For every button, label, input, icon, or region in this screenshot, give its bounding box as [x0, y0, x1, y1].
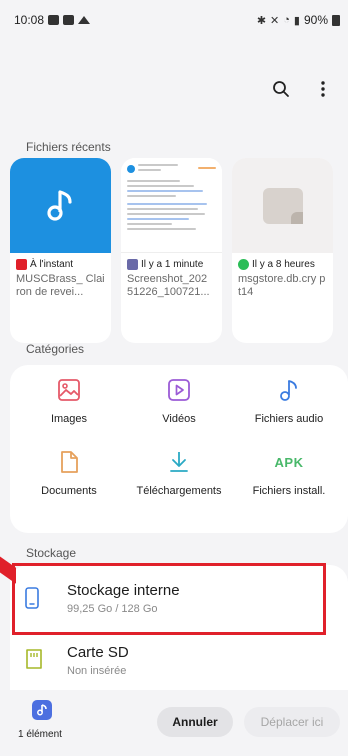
category-downloads[interactable]: Téléchargements: [124, 449, 234, 521]
status-bar: 10:08 ✱ ✕ ◔ ▮ 90%: [0, 0, 348, 40]
whatsapp-app-icon: [238, 259, 249, 270]
signal-icon: ▮: [293, 14, 300, 27]
cancel-button[interactable]: Annuler: [157, 707, 233, 737]
file-icon: [232, 158, 333, 253]
mail-app-icon: [16, 259, 27, 270]
gallery-notification-icon: [48, 15, 60, 25]
recent-file-card[interactable]: Il y a 1 minute Screenshot_202 51226_100…: [121, 158, 222, 343]
document-icon: [58, 449, 80, 475]
more-vertical-icon[interactable]: [312, 78, 334, 100]
video-icon: [167, 377, 191, 403]
recent-file-name: MUSCBrass_ Clairon de revei...: [16, 273, 105, 298]
storage-title: Stockage: [26, 546, 77, 560]
gallery-app-icon: [127, 259, 138, 270]
recent-files-title: Fichiers récents: [26, 140, 111, 154]
recent-file-time: Il y a 8 heures: [252, 259, 315, 270]
recent-file-time-row: Il y a 1 minute: [127, 259, 216, 270]
category-label: Documents: [41, 485, 97, 497]
category-videos[interactable]: Vidéos: [124, 377, 234, 449]
categories-card: Images Vidéos Fichiers audio Documents T…: [10, 365, 348, 533]
top-actions: [270, 78, 334, 100]
category-documents[interactable]: Documents: [14, 449, 124, 521]
recent-file-time-row: À l'instant: [16, 259, 105, 270]
screenshot-thumb-app-icon: [127, 165, 135, 173]
status-left: 10:08: [14, 13, 91, 27]
status-right: ✱ ✕ ◔ ▮ 90%: [257, 13, 340, 27]
red-arrow-marker: [0, 552, 16, 584]
category-label: Images: [50, 413, 88, 425]
recent-file-time: Il y a 1 minute: [141, 259, 204, 270]
category-label: Vidéos: [162, 413, 196, 425]
bluetooth-icon: ✱: [256, 14, 267, 27]
move-here-button[interactable]: Déplacer ici: [244, 707, 340, 737]
search-icon[interactable]: [270, 78, 292, 100]
apk-icon: APK: [275, 449, 304, 475]
storage-item-subtitle: Non insérée: [67, 665, 127, 677]
highlight-box: [12, 563, 326, 635]
mute-icon: ✕: [270, 14, 280, 27]
recent-file-time: À l'instant: [30, 259, 74, 270]
image-icon: [57, 377, 81, 403]
recent-file-meta: Il y a 1 minute Screenshot_202 51226_100…: [121, 253, 222, 299]
apk-icon-text: APK: [274, 454, 304, 470]
music-note-icon: [10, 158, 111, 253]
category-label: Fichiers audio: [254, 413, 324, 425]
battery-level: 90%: [303, 13, 328, 27]
recent-files-list: À l'instant MUSCBrass_ Clairon de revei.…: [10, 158, 348, 343]
recent-file-meta: À l'instant MUSCBrass_ Clairon de revei.…: [10, 253, 111, 299]
category-label: Fichiers install.: [252, 485, 326, 497]
categories-grid: Images Vidéos Fichiers audio Documents T…: [10, 365, 348, 521]
recent-file-card[interactable]: À l'instant MUSCBrass_ Clairon de revei.…: [10, 158, 111, 343]
status-time: 10:08: [14, 13, 45, 27]
category-audio[interactable]: Fichiers audio: [234, 377, 344, 449]
screenshot-thumb-header: [127, 164, 216, 174]
sd-card-icon: [25, 649, 43, 674]
recent-file-name: Screenshot_202 51226_100721...: [127, 273, 210, 298]
recent-file-card[interactable]: Il y a 8 heures msgstore.db.cry pt14: [232, 158, 333, 343]
recent-file-meta: Il y a 8 heures msgstore.db.cry pt14: [232, 253, 333, 299]
recent-file-time-row: Il y a 8 heures: [238, 259, 327, 270]
download-icon: [168, 449, 190, 475]
cloud-notification-icon: [78, 16, 91, 24]
category-images[interactable]: Images: [14, 377, 124, 449]
wifi-icon: ◔: [283, 14, 290, 26]
bottom-action-bar: 1 élément Annuler Déplacer ici: [0, 690, 348, 756]
app-notification-icon: [63, 15, 75, 25]
selected-file-icon: [32, 700, 52, 720]
selection-count: 1 élément: [18, 729, 62, 740]
storage-item-title: Carte SD: [67, 644, 129, 661]
category-installers[interactable]: APK Fichiers install.: [234, 449, 344, 521]
categories-title: Catégories: [26, 342, 85, 356]
music-icon: [278, 377, 300, 403]
battery-icon: [332, 14, 340, 26]
storage-sd-card[interactable]: Carte SD Non insérée: [10, 627, 348, 689]
recent-file-name: msgstore.db.cry pt14: [238, 273, 326, 298]
screenshot-thumbnail: [121, 158, 222, 253]
category-label: Téléchargements: [136, 485, 222, 497]
